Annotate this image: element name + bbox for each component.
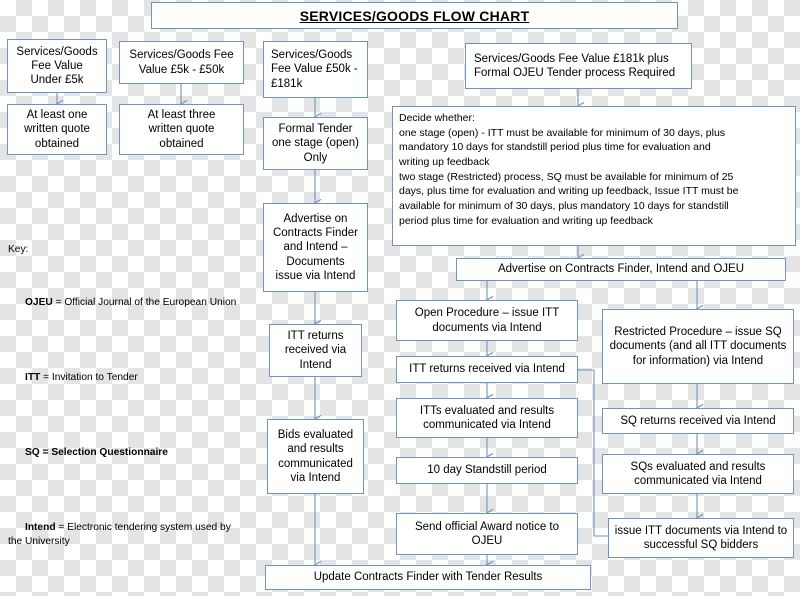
node-advertise-cf-intend-ojeu[interactable]: Advertise on Contracts Finder, Intend an… [456, 258, 786, 281]
node-itt-returns-open-label: ITT returns received via Intend [409, 363, 565, 376]
node-issue-itt-successful-label: issue ITT documents via Intend to succes… [614, 524, 788, 551]
node-update-contracts-finder[interactable]: Update Contracts Finder with Tender Resu… [265, 565, 591, 590]
node-restricted-procedure-label: Restricted Procedure – issue SQ document… [609, 326, 787, 367]
key-term-intend: Intend [24, 522, 56, 534]
node-under-5k-action-label: At least one written quote obtained [24, 109, 90, 150]
key-term-sq: SQ = Selection Questionnaire [24, 447, 168, 458]
node-award-notice-label: Send official Award notice to OJEU [414, 520, 560, 547]
node-5k-50k[interactable]: Services/Goods Fee Value £5k - £50k [119, 41, 244, 84]
key-heading: Key: [8, 243, 29, 255]
node-decide-whether-label: Decide whether: one stage (open) - ITT m… [399, 112, 739, 227]
key-term-ojeu: OJEU [24, 296, 53, 308]
node-itt-returns-mid[interactable]: ITT returns received via Intend [269, 324, 362, 377]
node-50k-181k-label: Services/Goods Fee Value £50k - £181k [271, 49, 358, 90]
node-50k-181k[interactable]: Services/Goods Fee Value £50k - £181k [263, 41, 368, 98]
node-restricted-procedure[interactable]: Restricted Procedure – issue SQ document… [602, 309, 794, 384]
key-entry-ojeu: OJEU = Official Journal of the European … [8, 282, 246, 322]
node-5k-50k-label: Services/Goods Fee Value £5k - £50k [129, 49, 234, 76]
node-sq-returns[interactable]: SQ returns received via Intend [602, 408, 794, 434]
node-open-procedure-label: Open Procedure – issue ITT documents via… [414, 307, 560, 334]
node-under-5k-action[interactable]: At least one written quote obtained [7, 104, 107, 155]
node-advertise-cf-intend-ojeu-label: Advertise on Contracts Finder, Intend an… [497, 263, 745, 276]
page-title: SERVICES/GOODS FLOW CHART [299, 7, 530, 24]
node-5k-50k-action[interactable]: At least three written quote obtained [119, 104, 244, 155]
node-itt-returns-open[interactable]: ITT returns received via Intend [396, 356, 578, 383]
node-itt-returns-mid-label: ITT returns received via Intend [284, 330, 347, 371]
node-sq-returns-label: SQ returns received via Intend [620, 414, 776, 427]
node-itts-evaluated-label: ITTs evaluated and results communicated … [419, 404, 555, 431]
chart-title-box: SERVICES/GOODS FLOW CHART [151, 2, 678, 29]
key-entry-itt: ITT = Invitation to Tender [8, 358, 246, 398]
node-standstill-10day-label: 10 day Standstill period [427, 464, 547, 477]
node-advertise-cf-intend-label: Advertise on Contracts Finder and Intend… [272, 213, 358, 282]
flowchart-canvas: SERVICES/GOODS FLOW CHART Services/Goods… [0, 0, 800, 596]
node-181k-plus[interactable]: Services/Goods Fee Value £181k plus Form… [465, 43, 692, 89]
node-formal-tender[interactable]: Formal Tender one stage (open) Only [263, 117, 368, 170]
node-advertise-cf-intend[interactable]: Advertise on Contracts Finder and Intend… [263, 203, 368, 292]
node-standstill-10day[interactable]: 10 day Standstill period [396, 457, 578, 484]
node-bids-evaluated-label: Bids evaluated and results communicated … [277, 429, 354, 484]
node-bids-evaluated[interactable]: Bids evaluated and results communicated … [267, 419, 364, 494]
node-itts-evaluated[interactable]: ITTs evaluated and results communicated … [396, 398, 578, 438]
node-update-contracts-finder-label: Update Contracts Finder with Tender Resu… [313, 571, 543, 584]
key-def-itt: = Invitation to Tender [40, 371, 138, 383]
node-5k-50k-action-label: At least three written quote obtained [147, 109, 216, 150]
node-under-5k-label: Services/Goods Fee Value Under £5k [16, 45, 98, 86]
key-def-ojeu: = Official Journal of the European Union [52, 296, 237, 308]
node-sqs-evaluated[interactable]: SQs evaluated and results communicated v… [602, 454, 794, 494]
node-open-procedure[interactable]: Open Procedure – issue ITT documents via… [396, 300, 578, 341]
node-181k-plus-label: Services/Goods Fee Value £181k plus Form… [474, 52, 676, 79]
node-issue-itt-successful[interactable]: issue ITT documents via Intend to succes… [608, 518, 794, 558]
node-under-5k[interactable]: Services/Goods Fee Value Under £5k [7, 39, 107, 93]
node-decide-whether[interactable]: Decide whether: one stage (open) - ITT m… [392, 106, 796, 246]
key-term-itt: ITT [24, 371, 41, 383]
key-entry-sq: SQ = Selection Questionnaire [8, 433, 246, 473]
node-sqs-evaluated-label: SQs evaluated and results communicated v… [630, 460, 766, 487]
key-legend: Key: OJEU = Official Journal of the Euro… [8, 216, 246, 596]
node-award-notice[interactable]: Send official Award notice to OJEU [396, 513, 578, 555]
node-formal-tender-label: Formal Tender one stage (open) Only [272, 123, 359, 164]
key-entry-intend: Intend = Electronic tendering system use… [8, 508, 246, 561]
